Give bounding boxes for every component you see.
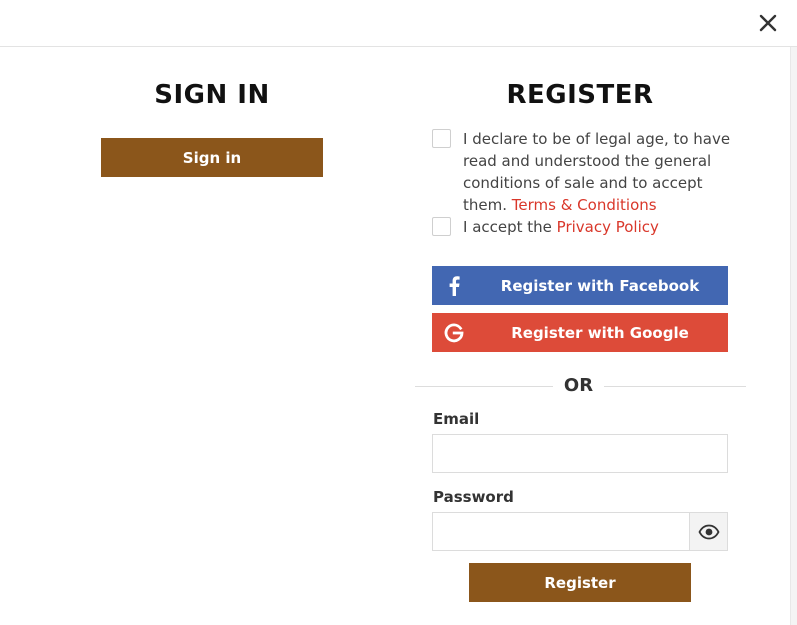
divider-line-left: [415, 386, 553, 387]
terms-conditions-link[interactable]: Terms & Conditions: [512, 196, 657, 214]
close-button[interactable]: [755, 9, 781, 37]
privacy-text: I accept the: [463, 218, 557, 236]
password-field[interactable]: [432, 512, 690, 551]
modal-header: [0, 0, 797, 47]
email-label: Email: [433, 410, 480, 428]
auth-modal: SIGN IN Sign in REGISTER I declare to be…: [0, 0, 797, 625]
show-password-button[interactable]: [689, 512, 728, 551]
legal-age-consent-text: I declare to be of legal age, to have re…: [463, 128, 733, 216]
sign-in-title: SIGN IN: [154, 80, 270, 110]
register-title: REGISTER: [506, 80, 654, 110]
sign-in-button[interactable]: Sign in: [101, 138, 323, 177]
register-button[interactable]: Register: [469, 563, 691, 602]
google-icon: [444, 313, 464, 352]
privacy-policy-link[interactable]: Privacy Policy: [557, 218, 659, 236]
facebook-icon: [444, 266, 464, 305]
register-facebook-button[interactable]: Register with Facebook: [432, 266, 728, 305]
privacy-consent-text: I accept the Privacy Policy: [463, 216, 733, 238]
google-button-label: Register with Google: [511, 323, 689, 342]
password-label: Password: [433, 488, 514, 506]
close-icon: [759, 14, 777, 32]
privacy-policy-checkbox[interactable]: [432, 217, 451, 236]
or-divider: OR: [563, 375, 594, 396]
facebook-button-label: Register with Facebook: [500, 276, 700, 295]
legal-age-checkbox[interactable]: [432, 129, 451, 148]
register-google-button[interactable]: Register with Google: [432, 313, 728, 352]
email-field[interactable]: [432, 434, 728, 473]
divider-line-right: [604, 386, 746, 387]
scrollbar-track[interactable]: [790, 47, 797, 625]
eye-icon: [697, 524, 720, 539]
